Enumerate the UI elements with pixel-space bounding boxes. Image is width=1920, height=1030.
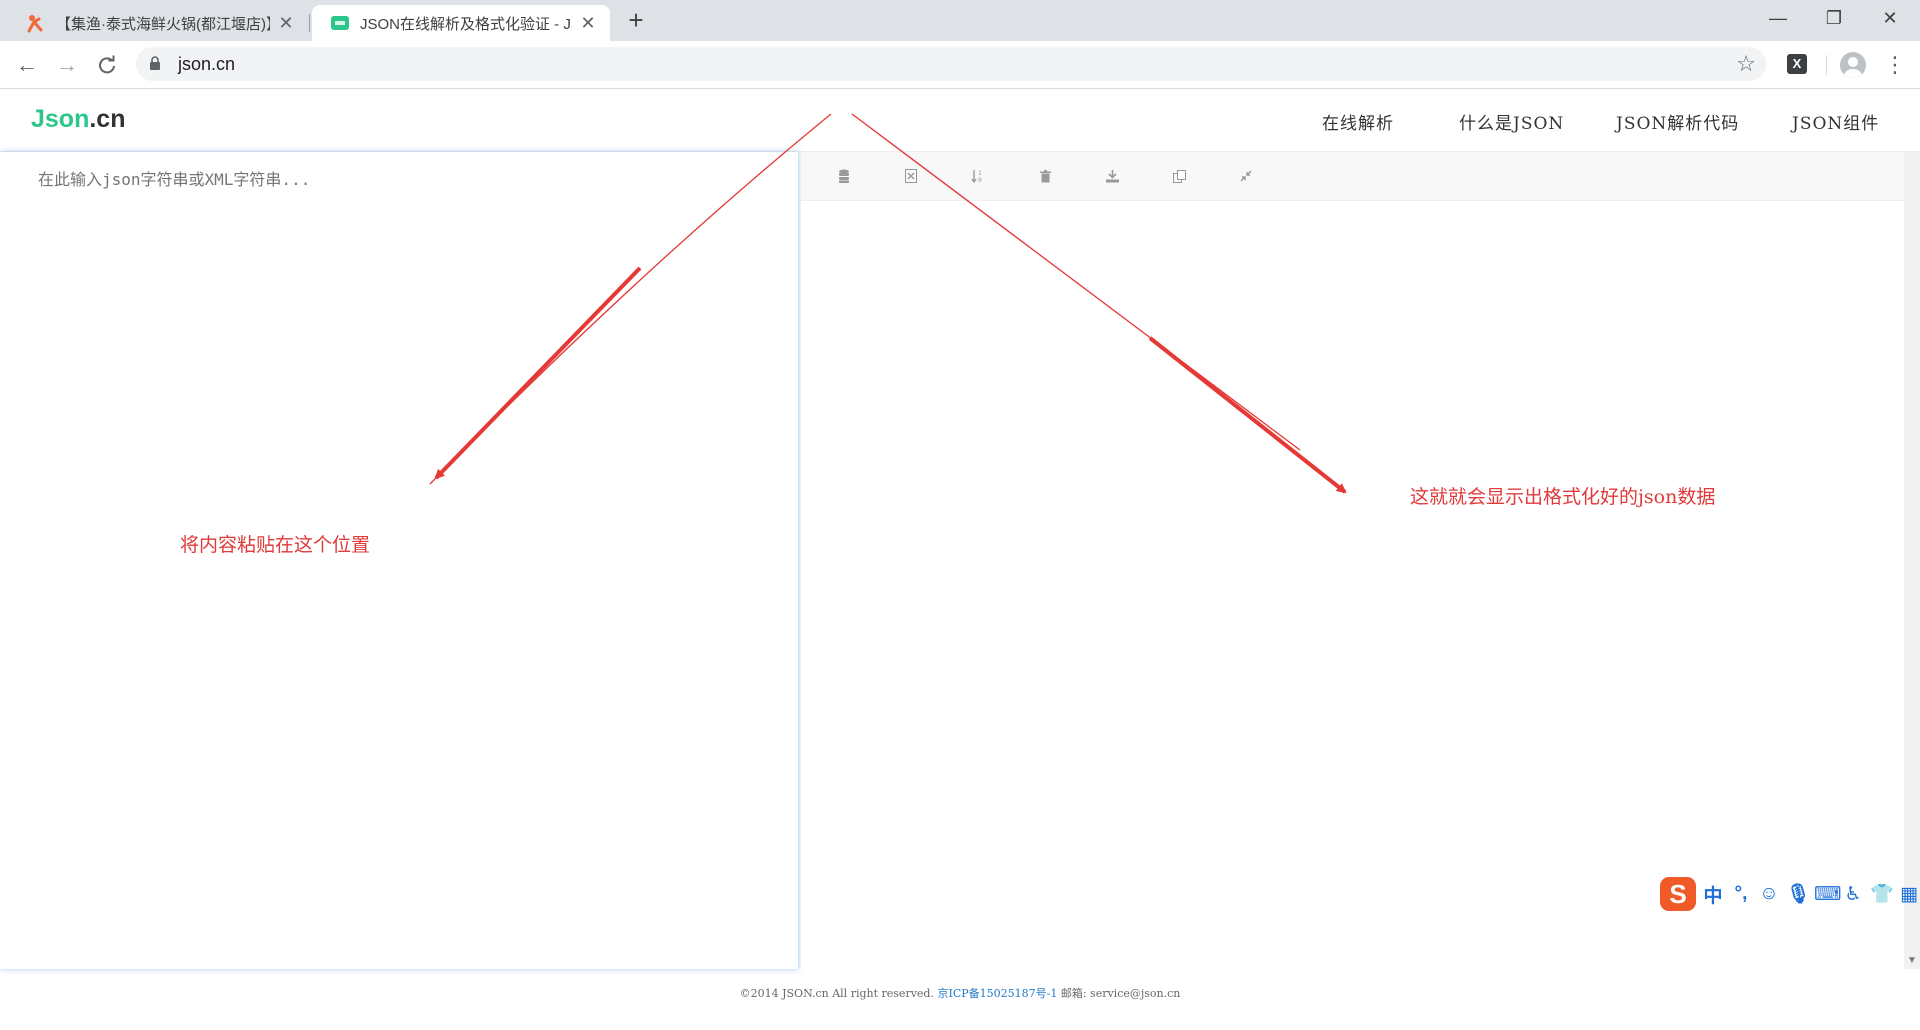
excel-file-icon[interactable] (900, 165, 922, 187)
tab-json[interactable]: JSON在线解析及格式化验证 - JS ✕ (312, 5, 610, 41)
svg-text:1: 1 (978, 170, 982, 177)
sogou-logo-icon[interactable]: S (1660, 877, 1696, 911)
browser-toolbar: ← → json.cn ☆ X ⋮ (0, 41, 1920, 89)
json-input-textarea[interactable] (0, 152, 798, 969)
logo-suffix-text: .cn (89, 105, 126, 133)
address-bar[interactable]: json.cn ☆ (136, 47, 1766, 81)
close-window-button[interactable]: ✕ (1862, 0, 1918, 36)
ime-accessibility-icon[interactable]: ♿ (1842, 883, 1864, 906)
footer-icp-link[interactable]: 京ICP备15025187号-1 (937, 987, 1057, 1000)
extension-x-icon[interactable]: X (1787, 54, 1807, 74)
browser-menu-icon[interactable]: ⋮ (1884, 51, 1906, 79)
lock-icon (150, 56, 160, 70)
site-header: Json.cn 在线解析 什么是JSON JSON解析代码 JSON组件 (0, 89, 1920, 152)
site-footer: ©2014 JSON.cn All right reserved. 京ICP备1… (0, 985, 1920, 1001)
bookmark-star-icon[interactable]: ☆ (1736, 51, 1756, 77)
maximize-button[interactable]: ❐ (1806, 0, 1862, 36)
tab-title: JSON在线解析及格式化验证 - JS (360, 15, 572, 33)
database-icon[interactable] (833, 165, 855, 187)
ime-skin-icon[interactable]: 👕 (1870, 882, 1894, 906)
json-input-pane (0, 152, 799, 969)
annotation-paste-here: 将内容粘贴在这个位置 (180, 534, 371, 556)
new-tab-button[interactable]: + (622, 7, 650, 35)
copy-icon[interactable] (1168, 165, 1190, 187)
reload-icon[interactable] (93, 51, 121, 79)
minimize-button[interactable]: — (1750, 0, 1806, 36)
scroll-down-arrow-icon[interactable]: ▼ (1904, 953, 1920, 969)
ime-keyboard-icon[interactable]: ⌨ (1814, 883, 1841, 906)
annotation-formatted-output: 这就就会显示出格式化好的json数据 (1410, 486, 1716, 508)
toolbar-separator (1826, 55, 1827, 75)
ime-toolbar: S 中 °, ☺ 🎙 ⌨ ♿ 👕 ▦ (1660, 877, 1920, 911)
url-text[interactable]: json.cn (178, 54, 235, 75)
tab-close-icon[interactable]: ✕ (578, 13, 598, 34)
compress-icon[interactable] (1235, 165, 1257, 187)
nav-what-is-json[interactable]: 什么是JSON (1459, 109, 1564, 134)
ime-emoji-icon[interactable]: ☺ (1758, 883, 1780, 905)
ime-microphone-icon[interactable]: 🎙 (1786, 882, 1810, 906)
output-toolbar: 19 (801, 152, 1904, 201)
nav-json-components[interactable]: JSON组件 (1792, 109, 1879, 134)
trash-icon[interactable] (1034, 165, 1056, 187)
browser-tab-strip: 【集渔·泰式海鲜火锅(都江堰店)】 ✕ JSON在线解析及格式化验证 - JS … (0, 0, 1920, 41)
download-icon[interactable] (1101, 165, 1123, 187)
ime-chinese-mode[interactable]: 中 (1702, 881, 1724, 908)
profile-avatar-icon[interactable] (1840, 52, 1866, 78)
forward-arrow-icon[interactable]: → (53, 51, 81, 79)
restaurant-favicon-icon (26, 13, 46, 33)
nav-json-parse-code[interactable]: JSON解析代码 (1616, 109, 1739, 134)
back-arrow-icon[interactable]: ← (13, 51, 41, 79)
tab-title: 【集渔·泰式海鲜火锅(都江堰店)】 (56, 15, 270, 33)
footer-copyright: ©2014 JSON.cn All right reserved. (739, 987, 934, 1000)
tab-restaurant[interactable]: 【集渔·泰式海鲜火锅(都江堰店)】 ✕ (8, 5, 308, 41)
tab-separator (309, 14, 310, 32)
footer-email: 邮箱: service@json.cn (1060, 987, 1181, 1000)
tab-close-icon[interactable]: ✕ (276, 13, 296, 34)
site-logo[interactable]: Json.cn (31, 105, 125, 134)
json-favicon-icon (330, 13, 350, 33)
sort-icon[interactable]: 19 (967, 165, 989, 187)
logo-main-text: Json (31, 105, 90, 133)
json-output-pane (801, 201, 1904, 969)
ime-toolbox-icon[interactable]: ▦ (1898, 883, 1920, 906)
nav-online-parse[interactable]: 在线解析 (1322, 109, 1394, 134)
ime-punctuation-icon[interactable]: °, (1730, 883, 1752, 905)
page-scrollbar[interactable] (1904, 152, 1920, 969)
svg-text:9: 9 (978, 177, 982, 183)
